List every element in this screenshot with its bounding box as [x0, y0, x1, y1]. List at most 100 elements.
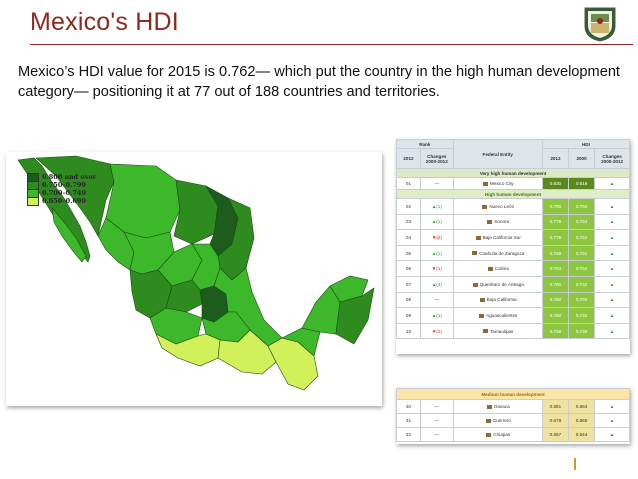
hdi-change-cell: ▲: [594, 322, 630, 340]
state-flag-icon: [487, 220, 493, 225]
rank-changes-header[interactable]: Changes 2000-2012: [419, 148, 454, 169]
hdi-2012-cell: 0.776: [541, 229, 570, 246]
page-marker: [574, 458, 576, 470]
table-row: 04 ▼(2) Baja California Sur 0.776 0.752 ▲: [396, 229, 630, 246]
entity-cell[interactable]: Aguascalientes: [452, 307, 543, 324]
rank-change-cell: —: [419, 413, 454, 428]
hdi-change-cell: ▲: [594, 291, 630, 309]
hdi-2000-cell: 0.754: [567, 260, 596, 277]
hdi-table: Rank Federal Entity HDI 2012 Changes 200…: [396, 139, 631, 340]
hdi-2012-cell: 0.768: [541, 244, 570, 262]
table-row: 02 ▲(1) Nuevo León 0.790 0.763 ▲: [396, 198, 630, 215]
hdi-change-cell: ▲: [594, 427, 630, 442]
hdi-2012-cell: 0.760: [541, 307, 570, 324]
rank-cell: 04: [396, 229, 421, 246]
entity-cell[interactable]: Mexico City: [452, 177, 543, 190]
hdi-2012-cell: 0.679: [541, 413, 569, 428]
hdi-change-cell: ▲: [594, 198, 630, 215]
hdi-2000-cell: 0.749: [567, 322, 596, 340]
state-flag-icon: [482, 181, 488, 186]
entity-cell[interactable]: Baja California Sur: [452, 229, 543, 246]
state-flag-icon: [483, 329, 489, 334]
hdi-2000-cell: 0.752: [567, 229, 596, 246]
rank-change-cell: ▲(1): [419, 307, 454, 324]
hdi-2000-cell: 0.764: [567, 213, 596, 231]
entity-cell[interactable]: Sonora: [452, 213, 543, 231]
entity-cell[interactable]: Tamaulipas: [452, 322, 543, 340]
rank-cell: 32: [396, 427, 421, 442]
hdi-2012-header[interactable]: 2012: [541, 148, 570, 169]
state-flag-icon: [479, 298, 485, 303]
hdi-change-cell: ▲: [594, 275, 630, 293]
hdi-change-cell: ▲: [594, 244, 630, 262]
rank-change-cell: ▲(1): [419, 213, 454, 231]
hdi-2000-cell: 0.664: [567, 399, 596, 414]
hdi-change-cell: ▲: [594, 413, 630, 428]
table-row: 09 ▲(1) Aguascalientes 0.760 0.742 ▲: [396, 307, 630, 324]
hdi-2000-cell: 0.665: [567, 413, 596, 428]
entity-cell[interactable]: Oaxaca: [452, 399, 543, 414]
legend-swatch: [27, 196, 39, 206]
hdi-2012-cell: 0.830: [541, 177, 570, 190]
state-flag-icon: [472, 282, 478, 287]
hdi-2000-cell: 0.644: [567, 427, 596, 442]
hdi-2000-header[interactable]: 2000: [567, 148, 596, 169]
hdi-2012-cell: 0.681: [541, 399, 569, 414]
rank-header: Rank: [396, 139, 454, 149]
state-flag-icon: [485, 418, 491, 423]
hdi-2000-cell: 0.742: [567, 275, 596, 293]
table-row: 30— Oaxaca 0.681 0.664 ▲: [396, 399, 630, 414]
rank-cell: 02: [396, 198, 421, 215]
entity-cell[interactable]: Querétaro de Arteaga: [452, 275, 543, 293]
category-medium: Medium human development: [396, 388, 630, 400]
table-row: 32— Chiapas 0.667 0.644 ▲: [396, 427, 630, 442]
state-flag-icon: [482, 204, 488, 209]
entity-cell[interactable]: Coahuila de Zaragoza: [452, 244, 543, 262]
rank-change-cell: —: [419, 427, 454, 442]
state-flag-icon: [486, 432, 492, 437]
rank-cell: 07: [396, 275, 421, 293]
rank-change-cell: —: [419, 291, 454, 309]
entity-cell[interactable]: Guerrero: [452, 413, 543, 428]
rank-change-cell: —: [419, 399, 454, 414]
hdi-2012-cell: 0.790: [541, 198, 570, 215]
hdi-2000-cell: 0.750: [567, 291, 596, 309]
map-legend: 0.800 and over 0.750–0.799 0.700–0.749 0…: [27, 172, 96, 206]
entity-cell[interactable]: Colima: [452, 260, 543, 277]
rank-cell: 08: [396, 291, 421, 309]
hdi-change-cell: ▲: [594, 213, 630, 231]
hdi-2000-cell: 0.742: [567, 307, 596, 324]
rank-change-cell: ▲(1): [419, 244, 454, 262]
hdi-changes-header[interactable]: Changes 2000-2012: [594, 148, 630, 169]
rank-change-cell: —: [419, 177, 454, 190]
rank-cell: 09: [396, 307, 421, 324]
rank-cell: 05: [396, 244, 421, 262]
hdi-header: HDI: [541, 139, 631, 149]
category-very-high: Very high human development: [396, 168, 630, 178]
university-crest-icon: [584, 7, 616, 42]
hdi-summary-text: Mexico’s HDI value for 2015 is 0.762— wh…: [18, 64, 620, 100]
state-flag-icon: [487, 266, 493, 271]
slide-title: Mexico's HDI: [30, 8, 179, 36]
rank-2012-header[interactable]: 2012: [396, 148, 421, 169]
hdi-2012-cell: 0.760: [541, 275, 570, 293]
category-high: High human development: [396, 189, 630, 199]
state-flag-icon: [486, 404, 492, 409]
hdi-2000-cell: 0.818: [567, 177, 596, 190]
rank-change-cell: ▲(1): [419, 198, 454, 215]
hdi-2012-cell: 0.760: [541, 291, 570, 309]
state-flag-icon: [475, 235, 481, 240]
rank-cell: 06: [396, 260, 421, 277]
state-flag-icon: [472, 251, 478, 256]
entity-cell[interactable]: Chiapas: [452, 427, 543, 442]
entity-cell[interactable]: Baja California: [452, 291, 543, 309]
table-row: 03 ▲(1) Sonora 0.779 0.764 ▲: [396, 213, 630, 231]
federal-entity-header[interactable]: Federal Entity: [452, 139, 543, 169]
rank-cell: 03: [396, 213, 421, 231]
entity-cell[interactable]: Nuevo León: [452, 198, 543, 215]
table-row: 10 ▼(1) Tamaulipas 0.758 0.749 ▲: [396, 322, 630, 340]
hdi-change-cell: ▲: [594, 399, 630, 414]
hdi-2012-cell: 0.667: [541, 427, 569, 442]
rank-change-cell: ▼(1): [419, 260, 454, 277]
hdi-2000-cell: 0.751: [567, 244, 596, 262]
